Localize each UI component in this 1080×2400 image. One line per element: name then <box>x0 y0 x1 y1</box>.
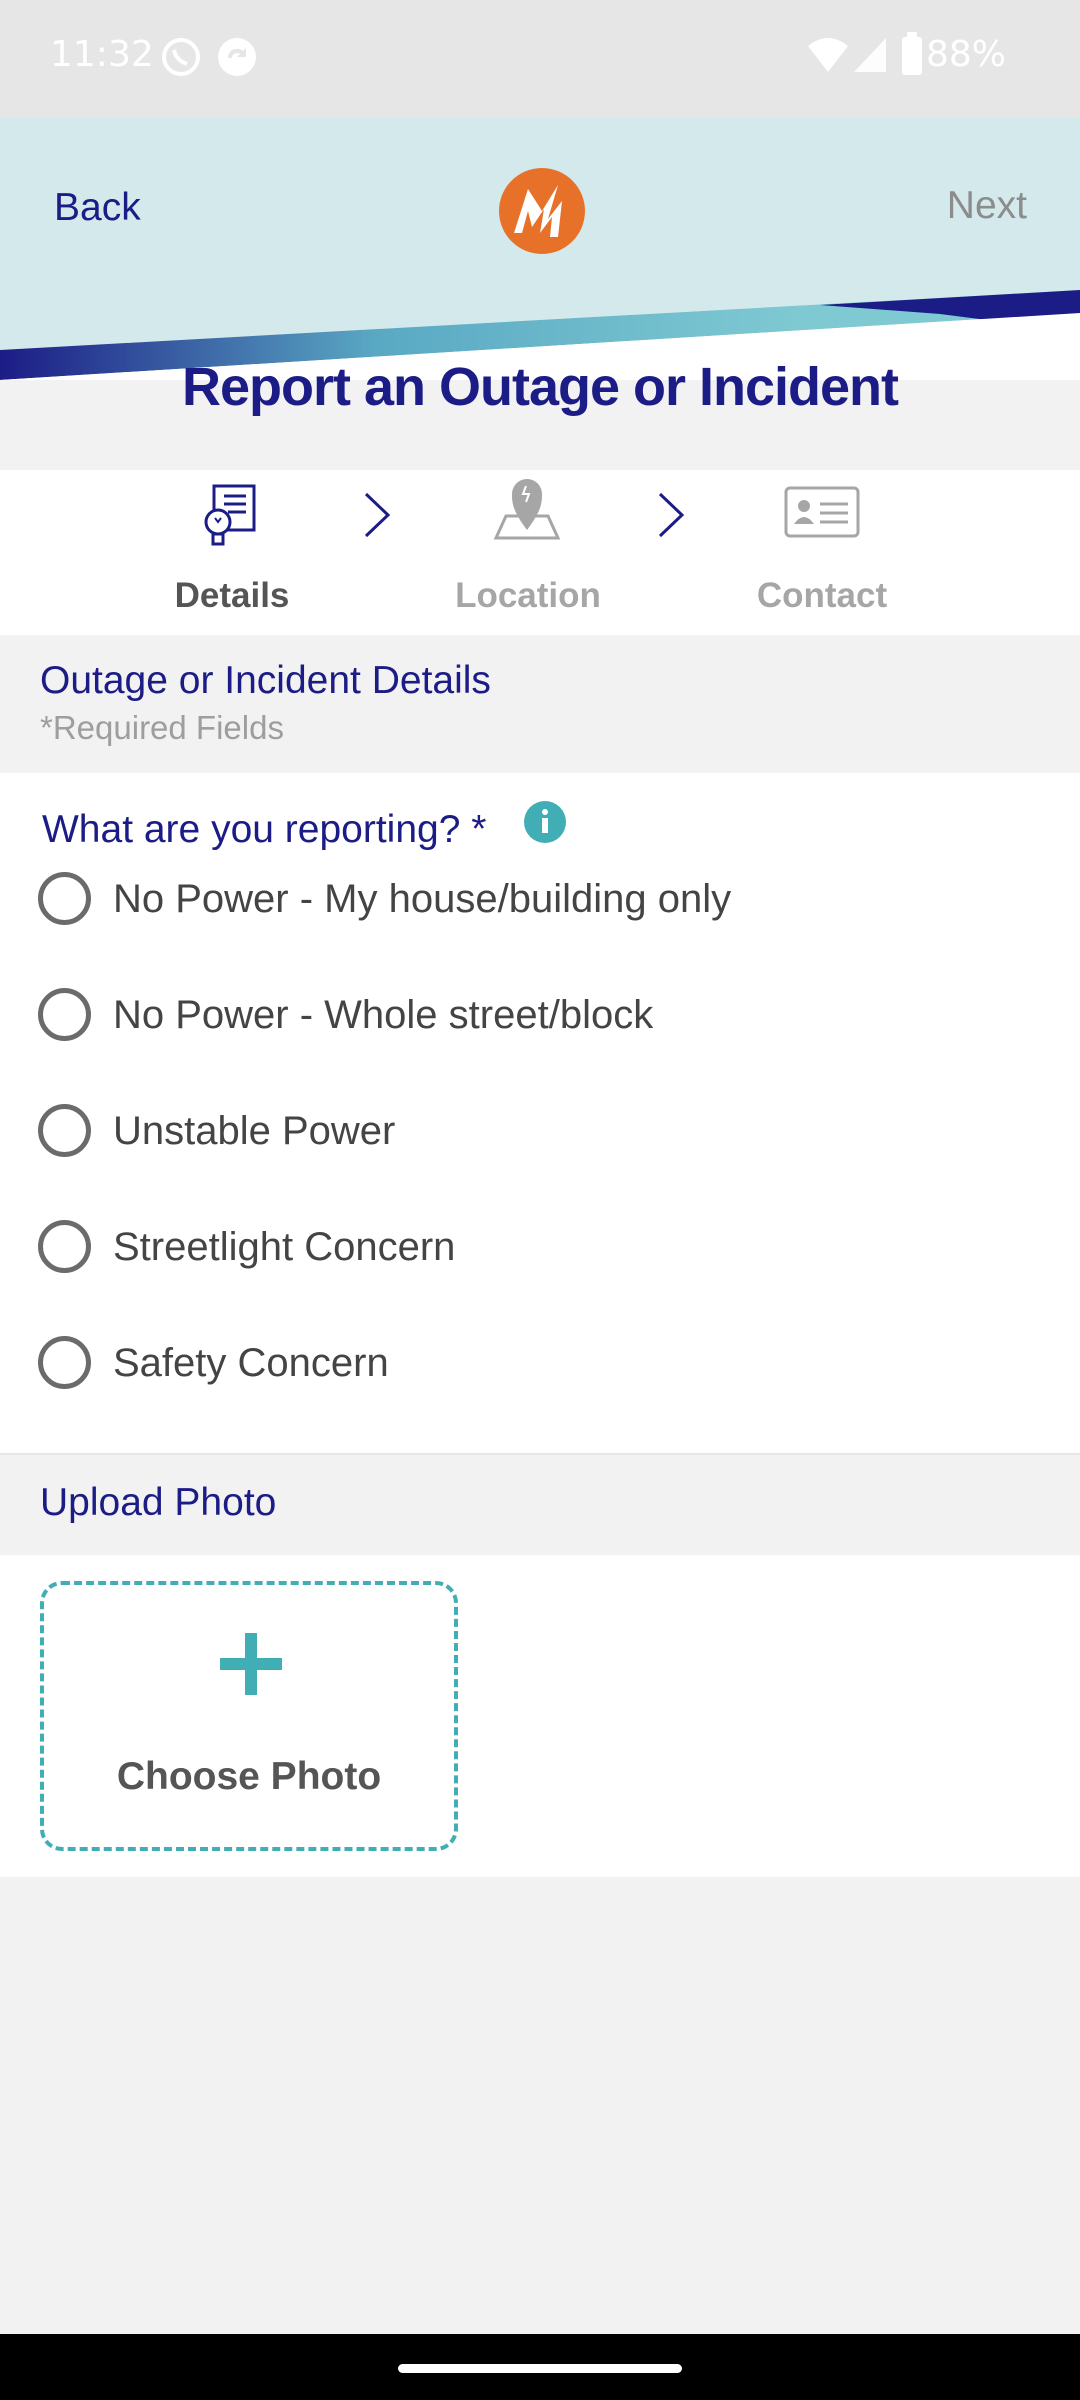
next-button[interactable]: Next <box>947 184 1027 228</box>
info-icon[interactable] <box>524 801 566 848</box>
plus-icon <box>220 1633 282 1700</box>
option-label: No Power - Whole street/block <box>113 993 654 1037</box>
radio-button[interactable] <box>38 1220 91 1273</box>
home-gesture-handle[interactable] <box>398 2364 682 2373</box>
progress-steps: Details Location Contact <box>0 470 1080 635</box>
system-navigation-bar <box>0 2334 1080 2400</box>
radio-button[interactable] <box>38 1336 91 1389</box>
details-section-header: Outage or Incident Details *Required Fie… <box>0 635 1080 773</box>
choose-photo-label: Choose Photo <box>116 1755 382 1798</box>
chevron-right-icon <box>362 490 392 545</box>
option-no-power-street[interactable]: No Power - Whole street/block <box>38 981 1038 1051</box>
step-contact[interactable]: Contact <box>702 576 942 616</box>
option-label: No Power - My house/building only <box>113 877 732 921</box>
step-details[interactable]: Details <box>112 576 352 616</box>
document-lightbulb-icon <box>198 480 264 555</box>
option-label: Unstable Power <box>113 1109 396 1153</box>
status-bar: 11:32 88% <box>0 0 1080 118</box>
required-fields-note: *Required Fields <box>40 709 284 746</box>
reporting-question-group: What are you reporting? * No Power - My … <box>0 773 1080 1455</box>
back-button[interactable]: Back <box>54 186 141 230</box>
option-no-power-house[interactable]: No Power - My house/building only <box>38 865 1038 935</box>
details-section-title: Outage or Incident Details <box>40 659 491 702</box>
radio-button[interactable] <box>38 988 91 1041</box>
wifi-icon <box>806 36 850 79</box>
battery-icon <box>900 32 924 81</box>
status-time: 11:32 <box>50 34 154 75</box>
reporting-question: What are you reporting? * <box>42 808 487 851</box>
radio-button[interactable] <box>38 1104 91 1157</box>
option-label: Streetlight Concern <box>113 1225 456 1269</box>
option-safety-concern[interactable]: Safety Concern <box>38 1329 1038 1399</box>
upload-section-title: Upload Photo <box>40 1481 277 1524</box>
option-streetlight-concern[interactable]: Streetlight Concern <box>38 1213 1038 1283</box>
step-location[interactable]: Location <box>408 576 648 616</box>
chevron-right-icon <box>656 490 686 545</box>
contact-card-icon <box>784 486 860 543</box>
signal-icon <box>852 36 888 79</box>
page-title: Report an Outage or Incident <box>181 357 899 417</box>
sync-icon <box>216 36 258 83</box>
upload-section-header: Upload Photo <box>0 1455 1080 1555</box>
map-pin-icon <box>492 472 562 547</box>
option-unstable-power[interactable]: Unstable Power <box>38 1097 1038 1167</box>
option-label: Safety Concern <box>113 1341 389 1385</box>
battery-percent: 88% <box>925 34 1006 75</box>
viber-icon <box>160 36 202 83</box>
radio-button[interactable] <box>38 872 91 925</box>
app-header: Back Next <box>0 118 1080 380</box>
lightning-m-logo <box>498 167 586 260</box>
choose-photo-button[interactable]: Choose Photo <box>40 1581 458 1851</box>
upload-photo-area: Choose Photo <box>0 1555 1080 1877</box>
